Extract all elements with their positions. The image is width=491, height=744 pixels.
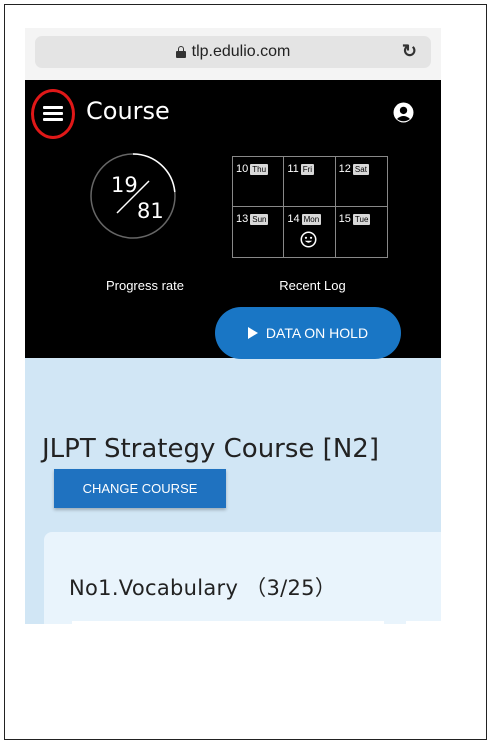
log-day-cell[interactable]: 13 Sun — [233, 207, 285, 257]
data-on-hold-label: DATA ON HOLD — [265, 325, 369, 341]
log-date: 10 — [236, 163, 249, 175]
log-weekday: Mon — [301, 213, 322, 225]
lock-icon — [175, 46, 186, 58]
log-day-cell[interactable]: 11 Fri — [284, 157, 336, 207]
log-day-cell[interactable]: 12 Sat — [335, 157, 387, 207]
log-date: 15 — [338, 213, 351, 225]
log-date: 13 — [236, 213, 249, 225]
smiley-icon — [300, 231, 317, 248]
progress-arc — [132, 153, 176, 193]
log-weekday: Fri — [300, 163, 315, 175]
data-on-hold-button[interactable]: DATA ON HOLD — [215, 307, 401, 359]
log-date: 12 — [338, 163, 351, 175]
recent-log-label: Recent Log — [279, 278, 346, 293]
log-weekday: Sun — [250, 213, 269, 225]
log-date: 14 — [287, 213, 300, 225]
change-course-button[interactable]: CHANGE COURSE — [54, 469, 226, 508]
log-day-cell[interactable]: 10 Thu — [233, 157, 285, 207]
log-weekday: Sat — [352, 163, 369, 175]
play-icon — [247, 327, 258, 339]
log-date: 11 — [287, 163, 299, 175]
url-field[interactable]: tlp.edulio.com ↻ — [35, 36, 431, 68]
browser-address-bar: tlp.edulio.com ↻ — [25, 28, 441, 80]
log-day-cell[interactable]: 14 Mon — [284, 207, 336, 257]
course-name-heading: JLPT Strategy Course [N2] — [42, 434, 379, 464]
page-title: Course — [86, 97, 170, 125]
url-text: tlp.edulio.com — [191, 43, 291, 60]
hamburger-menu-icon[interactable] — [43, 106, 63, 121]
progress-total: 81 — [137, 199, 164, 223]
log-weekday: Tue — [352, 213, 371, 225]
user-account-icon[interactable] — [393, 102, 414, 123]
lesson-card[interactable] — [406, 621, 441, 624]
log-day-cell[interactable]: 15 Tue — [336, 207, 387, 257]
progress-done: 19 — [111, 173, 138, 197]
progress-rate-label: Progress rate — [105, 278, 185, 293]
recent-log-calendar[interactable]: 10 Thu 11 Fri 12 Sat 13 Sun 14 Mon 15 Tue — [232, 156, 388, 258]
log-weekday: Thu — [250, 163, 269, 175]
lesson-card[interactable] — [72, 621, 384, 624]
section-title: No1.Vocabulary （3/25） — [69, 576, 337, 600]
progress-circle: 19 81 — [90, 153, 176, 239]
phone-screen: tlp.edulio.com ↻ Course 19 81 Progress r… — [25, 28, 441, 624]
reload-icon[interactable]: ↻ — [402, 41, 417, 62]
